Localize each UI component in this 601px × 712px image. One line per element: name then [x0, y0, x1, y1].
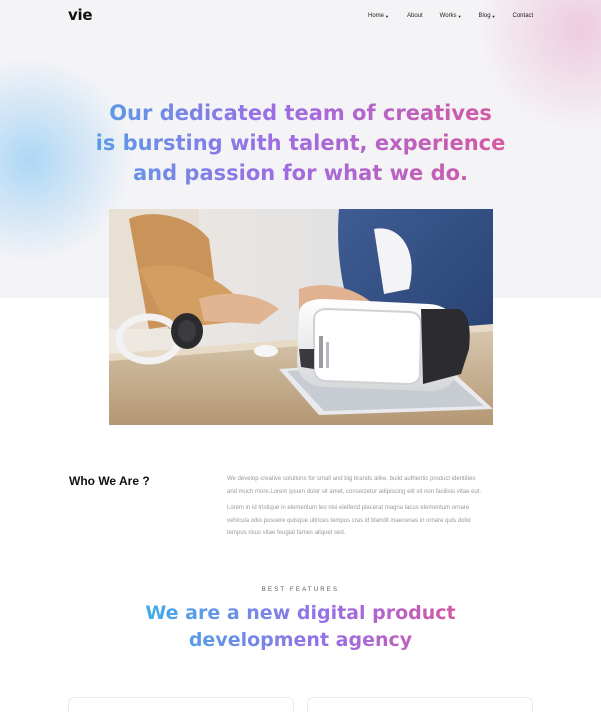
site-logo[interactable]: vie [68, 6, 93, 24]
nav-item-home[interactable]: Home ▼ [368, 13, 389, 19]
about-line: We develop creative solutions for small … [227, 476, 476, 482]
nav-item-label: About [406, 13, 423, 19]
main-nav: Home ▼ About Works ▼ Blog ▼ Contact [362, 11, 533, 21]
about-line: and much more.Lorem ipsum dolor sit amet… [227, 488, 482, 495]
hero-title-line: Our dedicated team of creatives [109, 101, 492, 125]
features-title-line: We are a new digital product [145, 602, 456, 624]
hero-photo [109, 209, 493, 425]
hero-title-line: and passion for what we do. [132, 161, 469, 185]
features-eyebrow: BEST FEATURES [261, 587, 340, 593]
vr-headset-photo [109, 209, 493, 425]
feature-card [68, 697, 294, 712]
about-paragraph-1: We develop creative solutions for small … [227, 473, 537, 498]
nav-item-about[interactable]: About [407, 13, 423, 19]
features-title: We are a new digital product development… [0, 600, 601, 654]
chevron-down-icon: ▼ [385, 13, 389, 19]
chevron-down-icon: ▼ [457, 13, 462, 19]
hero-title-line: is bursting with talent, experience [95, 131, 506, 155]
nav-item-label: Blog [478, 13, 491, 19]
hero-title: Our dedicated team of creatives is burst… [0, 98, 601, 188]
nav-item-label: Works [439, 13, 457, 19]
nav-item-contact[interactable]: Contact [513, 13, 534, 19]
nav-item-label: Contact [512, 13, 534, 19]
nav-item-works[interactable]: Works ▼ [440, 13, 462, 19]
chevron-down-icon: ▼ [491, 13, 496, 19]
about-line: tempus risus vitae feugiat fames aliquet… [227, 530, 346, 536]
nav-item-blog[interactable]: Blog ▼ [479, 13, 496, 19]
nav-item-label: Home [368, 13, 385, 19]
site-header: vie Home ▼ About Works ▼ Blog ▼ Contact [0, 0, 601, 32]
about-line: Lorem in id tristique in elementum leo n… [227, 505, 470, 511]
about-heading: Who We Are ? [69, 474, 150, 488]
features-title-line: development agency [188, 629, 413, 651]
about-line: vehicula odio posuere quisque ultrices t… [227, 517, 472, 524]
about-paragraph-2: Lorem in id tristique in elementum leo n… [227, 502, 537, 540]
feature-card [307, 697, 533, 712]
